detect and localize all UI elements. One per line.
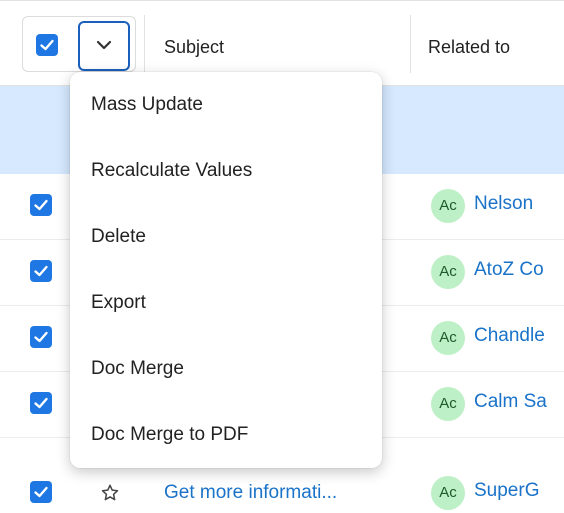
related-to-link[interactable]: AtoZ Co xyxy=(474,259,564,281)
related-to-link[interactable]: SuperG xyxy=(474,480,564,502)
bulk-actions-menu: Mass Update Recalculate Values Delete Ex… xyxy=(70,72,382,468)
star-icon[interactable] xyxy=(100,483,120,508)
checkmark-icon xyxy=(40,39,54,51)
account-avatar: Ac xyxy=(431,189,465,223)
related-to-link[interactable]: Chandle xyxy=(474,325,564,347)
column-divider xyxy=(144,15,145,73)
menu-item-label: Export xyxy=(91,292,146,313)
row-checkbox[interactable] xyxy=(30,392,52,414)
row-checkbox[interactable] xyxy=(30,326,52,348)
column-header-subject[interactable]: Subject xyxy=(164,37,224,58)
checkmark-icon xyxy=(34,199,48,211)
column-header-related-to[interactable]: Related to xyxy=(428,37,510,58)
checkmark-icon xyxy=(34,331,48,343)
row-checkbox[interactable] xyxy=(30,194,52,216)
subject-link[interactable]: Get more informati... xyxy=(164,482,337,504)
checkmark-icon xyxy=(34,265,48,277)
menu-item-export[interactable]: Export xyxy=(70,270,382,336)
menu-item-doc-merge[interactable]: Doc Merge xyxy=(70,336,382,402)
menu-item-label: Mass Update xyxy=(91,94,203,115)
account-avatar: Ac xyxy=(431,255,465,289)
account-avatar: Ac xyxy=(431,476,465,510)
menu-item-delete[interactable]: Delete xyxy=(70,204,382,270)
menu-item-label: Recalculate Values xyxy=(91,160,253,181)
related-to-link[interactable]: Calm Sa xyxy=(474,391,564,413)
checkmark-icon xyxy=(34,486,48,498)
menu-item-doc-merge-to-pdf[interactable]: Doc Merge to PDF xyxy=(70,402,382,468)
bulk-actions-dropdown-button[interactable] xyxy=(78,21,130,71)
menu-item-label: Delete xyxy=(91,226,146,247)
row-checkbox[interactable] xyxy=(30,481,52,503)
menu-item-recalculate-values[interactable]: Recalculate Values xyxy=(70,138,382,204)
related-to-link[interactable]: Nelson xyxy=(474,193,564,215)
menu-item-label: Doc Merge xyxy=(91,358,184,379)
select-all-checkbox[interactable] xyxy=(36,34,58,56)
account-avatar: Ac xyxy=(431,387,465,421)
chevron-down-icon xyxy=(96,40,112,50)
column-divider xyxy=(410,15,411,73)
table-row[interactable]: Get more informati... Ac SuperG xyxy=(0,462,564,513)
menu-item-mass-update[interactable]: Mass Update xyxy=(70,72,382,138)
menu-item-label: Doc Merge to PDF xyxy=(91,424,249,445)
account-avatar: Ac xyxy=(431,321,465,355)
row-checkbox[interactable] xyxy=(30,260,52,282)
checkmark-icon xyxy=(34,397,48,409)
